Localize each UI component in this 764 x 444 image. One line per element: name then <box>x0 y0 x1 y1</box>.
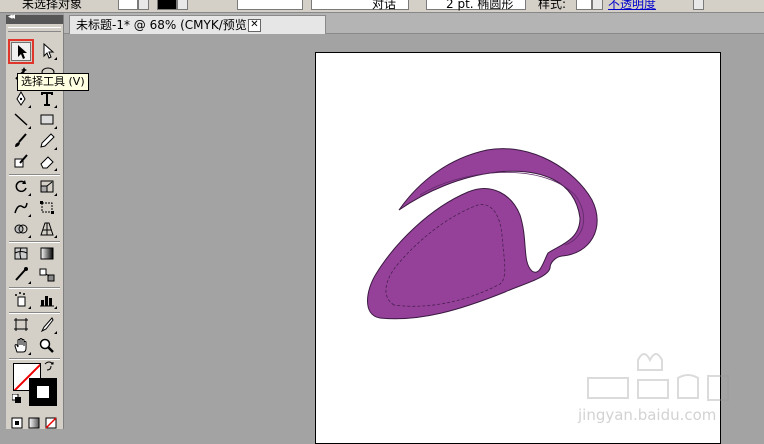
watermark-text: jingyan.baidu.com <box>577 406 716 424</box>
baidu-jingyan-watermark: jingyan.baidu.com <box>577 353 729 424</box>
purple-shape[interactable] <box>367 148 598 320</box>
